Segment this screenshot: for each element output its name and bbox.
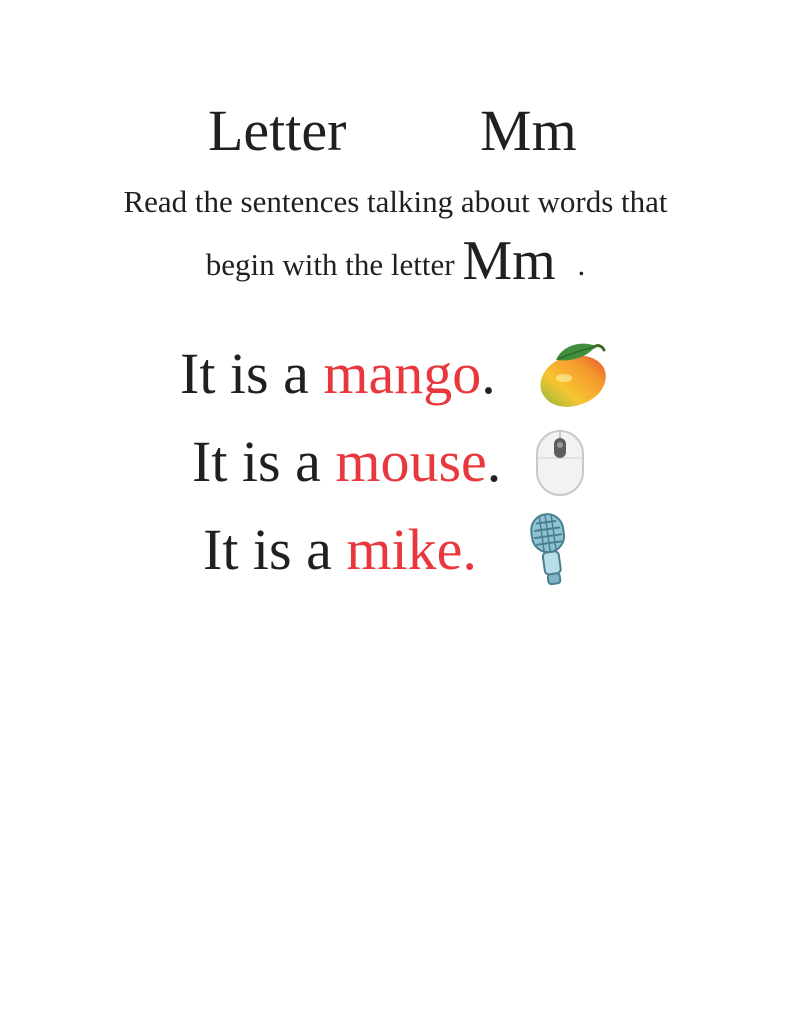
instructions-line-2-prefix: begin with the letter [205, 247, 455, 282]
sentence-suffix: . [486, 429, 502, 494]
sentence-mango: It is a mango. [0, 334, 791, 414]
sentence-prefix: It is a [203, 517, 347, 582]
worksheet-page: Letter Mm Read the sentences talking abo… [0, 0, 791, 1024]
sentence-text: It is a mouse. [192, 422, 501, 502]
sentence-keyword: mike. [346, 517, 477, 582]
instructions: Read the sentences talking about words t… [0, 180, 791, 290]
sentence-text: It is a mango. [180, 334, 496, 414]
instructions-period: . [577, 247, 586, 282]
title-word-letter: Letter [208, 98, 347, 163]
sentence-text: It is a mike. [203, 510, 477, 590]
mango-icon [540, 343, 606, 407]
sentence-mike: It is a mike. [0, 510, 791, 590]
page-title: Letter Mm [0, 96, 791, 166]
sentence-suffix: . [481, 341, 496, 406]
sentence-mouse: It is a mouse. [0, 422, 791, 502]
microphone-icon [530, 513, 566, 586]
sentence-prefix: It is a [192, 429, 336, 494]
instructions-line-2: begin with the letter Mm . [0, 233, 791, 290]
instructions-letter: Mm [462, 230, 556, 292]
sentence-prefix: It is a [180, 341, 324, 406]
computer-mouse-icon [536, 430, 584, 496]
title-word-mm: Mm [480, 98, 577, 163]
sentence-keyword: mouse [335, 429, 487, 494]
instructions-line-1: Read the sentences talking about words t… [123, 184, 668, 219]
sentence-keyword: mango [323, 341, 482, 406]
